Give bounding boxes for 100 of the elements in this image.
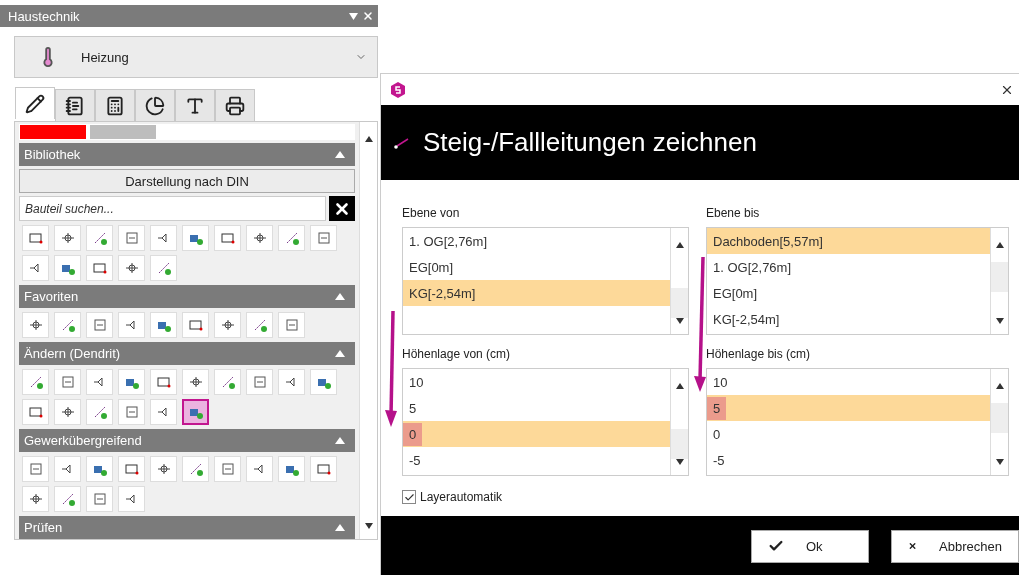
toolbox-tab[interactable] [175,89,215,121]
list-item[interactable]: KG[-2,54m] [403,280,670,306]
list-item[interactable]: 1. OG[2,76m] [403,228,670,254]
scrollbar-thumb[interactable] [671,288,688,318]
list-box[interactable]: Dachboden[5,57m] 1. OG[2,76m] EG[0m] KG[-2,54m] [706,227,1009,335]
color-swatch[interactable] [20,125,86,139]
riser-pipe-icon [393,136,409,149]
list-item-text: EG[0m] [712,284,759,303]
list-item-text: 10 [712,373,729,392]
scroll-down-arrow-icon[interactable] [675,459,684,465]
layer-auto-checkbox[interactable]: Layerautomatik [402,490,1009,504]
list-item[interactable]: 5 [707,395,990,421]
scroll-up-arrow-icon[interactable] [675,242,684,248]
tool-symbol-icon [27,491,44,507]
checkbox-box[interactable] [402,490,416,504]
app-logo-icon [391,81,405,98]
tool-symbol-icon [155,461,172,477]
list-item[interactable]: 0 [707,421,990,447]
tool-symbol-icon [27,230,44,246]
scroll-up-arrow-icon[interactable] [995,242,1004,248]
toolbox-tab[interactable] [55,89,95,121]
color-swatch[interactable] [90,125,156,139]
scroll-down-arrow-icon[interactable] [675,318,684,324]
tool-button[interactable] [182,399,209,425]
printer-icon [225,95,245,116]
collapse-triangle-icon[interactable] [335,293,345,300]
toolbox-tab[interactable] [215,89,255,121]
list-item-text: 0 [403,422,423,446]
tool-symbol-icon [27,317,44,333]
collapse-triangle-icon[interactable] [335,350,345,357]
tool-symbol-icon [251,374,268,390]
tool-symbol-icon [187,374,204,390]
scroll-down-arrow-icon[interactable] [995,318,1004,324]
scroll-up-arrow-icon[interactable] [364,136,373,142]
pie-chart-icon [145,95,165,116]
dialog-title: Steig-/Fallleitungen zeichnen [423,127,757,158]
scrollbar-thumb[interactable] [991,403,1008,433]
section-header[interactable]: Favoriten [19,285,355,308]
display-mode-button[interactable]: Darstellung nach DIN [19,169,355,193]
dropdown-triangle-icon[interactable] [349,12,358,20]
toolbox-tab[interactable] [135,89,175,121]
calculator-icon [105,95,125,116]
tool-symbol-icon [91,491,108,507]
list-item[interactable]: 5 [403,395,670,421]
toolbox-tab[interactable] [95,89,135,121]
section-header[interactable]: Ändern (Dendrit) [19,342,355,365]
list-item[interactable]: 10 [403,369,670,395]
collapse-triangle-icon[interactable] [335,437,345,444]
list-box[interactable]: 1. OG[2,76m] EG[0m] KG[-2,54m] [402,227,689,335]
ok-button[interactable]: Ok [751,529,869,563]
tool-symbol-icon [251,230,268,246]
scrollbar-thumb[interactable] [671,429,688,459]
list-item-text: -5 [712,451,726,470]
clear-search-button[interactable] [329,196,355,221]
scroll-down-arrow-icon[interactable] [364,523,373,529]
discipline-dropdown[interactable]: Heizung [14,36,378,78]
list-label: Höhenlage von (cm) [402,346,512,363]
tool-symbol-icon [315,461,332,477]
cancel-button[interactable]: Abbrechen [891,529,1019,563]
scrollbar-thumb[interactable] [991,262,1008,292]
list-item[interactable]: -5 [707,447,990,473]
tool-symbol-icon [91,317,108,333]
toolbox-tab[interactable] [15,87,55,119]
tool-symbol-icon [219,461,236,477]
section-header[interactable]: Prüfen [19,516,355,539]
tool-symbol-icon [59,404,76,420]
scroll-down-arrow-icon[interactable] [995,459,1004,465]
list-item[interactable]: Dachboden[5,57m] [707,228,990,254]
list-item-text: 5 [707,396,727,420]
list-item-text: 0 [712,425,722,444]
collapse-triangle-icon[interactable] [335,151,345,158]
list-item[interactable]: 1. OG[2,76m] [707,254,990,280]
section-title: Bibliothek [24,147,81,162]
check-icon [403,491,415,503]
section-title: Prüfen [24,520,63,535]
tool-symbol-icon [187,317,204,333]
section-header[interactable]: Bibliothek [19,143,355,166]
list-label: Höhenlage bis (cm) [706,346,812,363]
text-style-icon [185,95,205,116]
scroll-up-arrow-icon[interactable] [675,383,684,389]
tool-symbol-icon [155,374,172,390]
list-box[interactable]: 10 5 0 -5 [402,368,689,476]
search-field[interactable]: Bauteil suchen... [19,196,326,221]
tool-symbol-icon [27,404,44,420]
list-box[interactable]: 10 5 0 -5 [706,368,1009,476]
panel-title: Haustechnik [8,8,80,24]
tool-symbol-icon [123,404,140,420]
section-header[interactable]: Gewerkübergreifend [19,429,355,452]
list-item[interactable]: 10 [707,369,990,395]
list-item-text: EG[0m] [408,258,455,277]
list-item[interactable]: 0 [403,421,670,447]
scroll-up-arrow-icon[interactable] [995,383,1004,389]
collapse-triangle-icon[interactable] [335,524,345,531]
section-title: Ändern (Dendrit) [24,346,121,361]
list-item[interactable]: EG[0m] [707,280,990,306]
list-item[interactable]: EG[0m] [403,254,670,280]
list-item[interactable]: -5 [403,447,670,473]
tool-symbol-icon [27,461,44,477]
tool-symbol-icon [315,230,332,246]
list-item[interactable]: KG[-2,54m] [707,306,990,332]
